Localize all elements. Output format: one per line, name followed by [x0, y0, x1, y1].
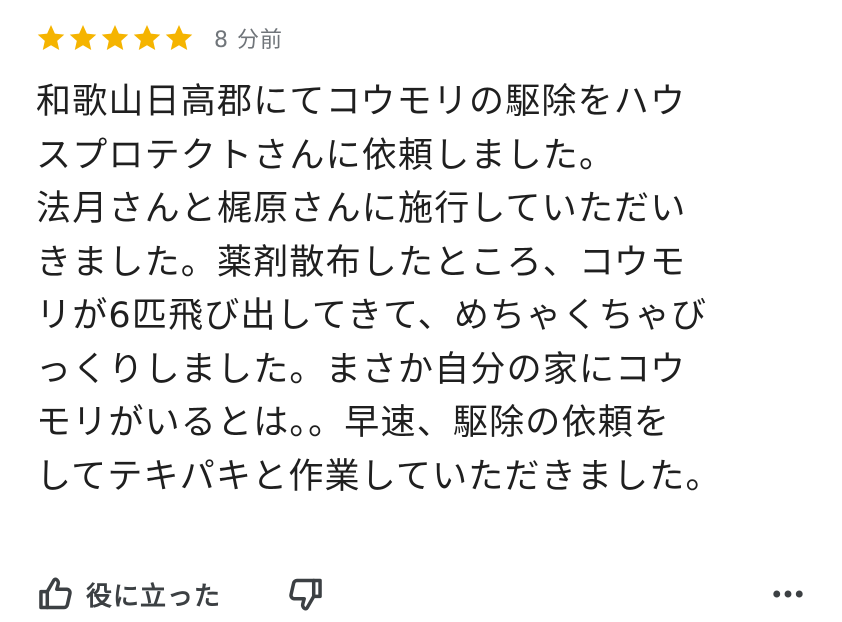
helpful-label: 役に立った [86, 581, 222, 612]
review-text: 和歌山日高郡にてコウモリの駆除をハウ スプロテクトさんに依頼しました。 法月さん… [36, 76, 826, 504]
review-text-line: してテキパキと作業していただきました。 [36, 456, 722, 497]
review-card: 8 分前 和歌山日高郡にてコウモリの駆除をハウ スプロテクトさんに依頼しました。… [0, 0, 842, 622]
review-text-line: きました。薬剤散布したところ、コウモ [36, 242, 687, 283]
star-rating [36, 23, 194, 53]
more-options-button[interactable] [768, 574, 808, 614]
review-text-line: 和歌山日高郡にてコウモリの駆除をハウ [36, 82, 687, 122]
review-timestamp: 8 分前 [214, 28, 283, 53]
review-text-line: 法月さんと梶原さんに施行していただい [36, 189, 687, 229]
star-icon [165, 25, 193, 51]
star-icon [133, 25, 161, 51]
review-text-line: モリがいるとは。。早速、駆除の依頼を [36, 403, 671, 443]
thumbs-up-icon [36, 574, 76, 614]
more-options-icon [768, 574, 808, 614]
review-actions: 役に立った [36, 570, 816, 618]
star-icon [37, 25, 65, 51]
review-text-line: スプロテクトさんに依頼しました。 [36, 135, 616, 176]
review-text-line: っくりしました。まさか自分の家にコウ [36, 349, 687, 390]
review-text-line: リが6匹飛び出してきて、めちゃくちゃび [36, 296, 708, 336]
not-helpful-button[interactable] [285, 574, 325, 614]
star-icon [101, 25, 129, 51]
thumbs-down-icon [285, 574, 325, 614]
helpful-button[interactable]: 役に立った [36, 574, 221, 614]
star-icon [69, 25, 97, 51]
rating-row: 8 分前 [36, 18, 283, 58]
